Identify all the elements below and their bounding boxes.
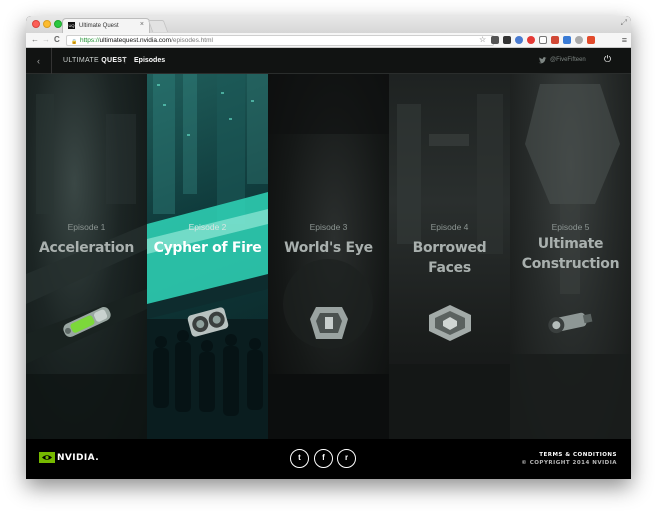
episode-card-4[interactable]: Episode 4 Borrowed Faces <box>389 74 510 439</box>
bookmark-star-icon[interactable]: ☆ <box>479 35 486 45</box>
episode-4-number: Episode 4 <box>430 222 469 232</box>
power-icon[interactable]: ⏻ <box>604 54 611 65</box>
favicon-icon: UQ <box>68 22 75 29</box>
episode-5-title: Ultimate Construction <box>521 236 620 272</box>
turbine-part-icon <box>548 312 593 334</box>
copyright-text: © COPYRIGHT 2014 NVIDIA <box>521 460 617 466</box>
browser-window: UQ Ultimate Quest × ⤢ ← → C 🔒 https://ul… <box>26 16 631 479</box>
extension-icon-5[interactable] <box>539 36 547 44</box>
facebook-icon[interactable]: f <box>314 449 333 468</box>
episodes-carousel: Episode 1 Acceleration Episode 2 Cypher … <box>26 74 631 439</box>
episode-1-number: Episode 1 <box>67 222 106 232</box>
episode-2-title: Cypher of Fire <box>153 240 262 256</box>
site-brand[interactable]: ULTIMATE QUEST <box>63 57 127 64</box>
forward-button[interactable]: → <box>42 35 50 45</box>
episode-5-number: Episode 5 <box>551 222 590 232</box>
browser-tab[interactable]: UQ Ultimate Quest × <box>62 18 150 33</box>
address-bar[interactable]: 🔒 https://ultimatequest.nvidia.com/episo… <box>66 35 494 46</box>
nvidia-logo-text[interactable]: NVIDIA. <box>57 453 99 463</box>
episode-2-number: Episode 2 <box>188 222 227 232</box>
footer-legal: TERMS & CONDITIONS © COPYRIGHT 2014 NVID… <box>521 451 617 467</box>
gmail-extension-icon[interactable] <box>551 36 559 44</box>
tab-strip: UQ Ultimate Quest × ⤢ <box>26 16 631 33</box>
episode-card-5[interactable]: Episode 5 Ultimate Construction <box>510 74 631 439</box>
site-footer: NVIDIA. t f r TERMS & CONDITIONS © COPYR… <box>26 439 631 479</box>
episode-4-title: Borrowed Faces <box>412 240 487 276</box>
pinterest-extension-icon[interactable] <box>527 36 535 44</box>
twitter-icon[interactable] <box>538 56 547 65</box>
episode-1-title: Acceleration <box>38 240 135 256</box>
browser-toolbar: ← → C 🔒 https://ultimatequest.nvidia.com… <box>26 33 631 48</box>
extension-icon-8[interactable] <box>575 36 583 44</box>
brand-light: ULTIMATE <box>63 57 102 64</box>
tab-close-icon[interactable]: × <box>140 21 144 28</box>
site-back-button[interactable]: ‹ <box>26 48 52 74</box>
armor-module-icon <box>310 307 348 339</box>
extension-icon-9[interactable] <box>587 36 595 44</box>
reload-button[interactable]: C <box>54 35 60 45</box>
hex-panel-icon <box>429 305 471 341</box>
close-window-button[interactable] <box>32 20 40 28</box>
back-button[interactable]: ← <box>31 35 39 45</box>
twitter-icon[interactable]: t <box>290 449 309 468</box>
new-tab-button[interactable] <box>147 20 169 32</box>
green-capsule-icon <box>63 307 111 337</box>
url-path: /episodes.html <box>171 37 213 44</box>
url-text: https://ultimatequest.nvidia.com/episode… <box>80 36 213 46</box>
episode-card-2[interactable]: Episode 2 Cypher of Fire <box>147 74 268 439</box>
extension-icon-7[interactable] <box>563 36 571 44</box>
extension-icon-3[interactable] <box>515 36 523 44</box>
site-header: ‹ ULTIMATE QUEST | Episodes @FiveFifteen… <box>26 48 631 74</box>
breadcrumb-separator: | <box>124 57 126 64</box>
episode-3-title: World's Eye <box>284 240 373 256</box>
dual-lens-device-icon <box>187 307 229 337</box>
url-scheme: https:// <box>80 37 100 44</box>
browser-menu-icon[interactable]: ≡ <box>622 35 627 45</box>
terms-link[interactable]: TERMS & CONDITIONS <box>521 451 617 459</box>
episode-card-1[interactable]: Episode 1 Acceleration <box>26 74 147 439</box>
tab-title: Ultimate Quest <box>79 23 119 29</box>
url-host: ultimatequest.nvidia.com <box>99 37 172 44</box>
fullscreen-icon[interactable]: ⤢ <box>621 18 627 28</box>
lock-icon: 🔒 <box>71 39 78 45</box>
maximize-window-button[interactable] <box>54 20 62 28</box>
page-content: ‹ ULTIMATE QUEST | Episodes @FiveFifteen… <box>26 48 631 479</box>
twitter-handle[interactable]: @FiveFifteen <box>550 57 586 63</box>
minimize-window-button[interactable] <box>43 20 51 28</box>
breadcrumb-episodes: Episodes <box>134 57 166 64</box>
nvidia-eye-icon[interactable] <box>39 452 55 463</box>
episode-card-3[interactable]: Episode 3 World's Eye <box>268 74 389 439</box>
extension-icon-2[interactable] <box>503 36 511 44</box>
reddit-icon[interactable]: r <box>337 449 356 468</box>
episode-3-number: Episode 3 <box>309 222 348 232</box>
extension-icon-1[interactable] <box>491 36 499 44</box>
